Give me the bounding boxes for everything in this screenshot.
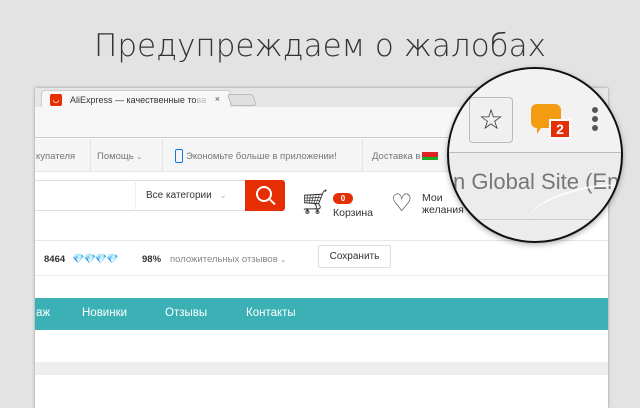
aliexpress-logo-icon: ◡ bbox=[50, 94, 62, 106]
divider bbox=[90, 139, 91, 172]
store-nav-contacts[interactable]: Контакты bbox=[246, 307, 296, 319]
bookmark-star-icon[interactable]: ☆ bbox=[469, 97, 513, 143]
content-band bbox=[35, 362, 608, 375]
save-store-button[interactable]: Сохранить bbox=[318, 245, 391, 268]
extension-badge: 2 bbox=[549, 119, 571, 139]
headline: Предупреждаем о жалобах bbox=[94, 28, 546, 64]
tab-title: AliExpress — качественные то bbox=[70, 95, 197, 105]
search-icon-handle bbox=[269, 198, 276, 206]
divider bbox=[362, 139, 363, 172]
wishlist-zoomed-line2: ания bbox=[447, 206, 461, 215]
chevron-down-icon: ⌄ bbox=[219, 191, 227, 200]
more-menu-icon[interactable] bbox=[592, 107, 600, 134]
divider bbox=[35, 275, 608, 276]
chevron-down-icon: ⌄ bbox=[136, 154, 143, 161]
chevron-down-icon: ⌄ bbox=[280, 257, 287, 264]
wishlist-zoomed: иания bbox=[447, 194, 461, 216]
wishlist-zoomed-line1: и bbox=[449, 194, 461, 205]
delivery-label: Доставка в bbox=[372, 151, 421, 162]
category-select[interactable]: Все категории ⌄ bbox=[135, 180, 245, 211]
tab-title-fade: ва bbox=[196, 95, 207, 105]
help-label: Помощь bbox=[97, 151, 134, 162]
store-score: 8464 bbox=[44, 254, 66, 265]
store-nav-reviews[interactable]: Отзывы bbox=[165, 307, 207, 319]
category-label: Все категории bbox=[146, 190, 212, 201]
tab-aliexpress[interactable]: ◡ AliExpress — качественные това × bbox=[41, 90, 231, 108]
delivery-selector[interactable]: Доставка в bbox=[372, 151, 439, 162]
magnifier: ☆ 2 n Global Site (Eng иания bbox=[447, 67, 623, 243]
phone-icon bbox=[175, 149, 183, 163]
heart-icon[interactable]: ♡ bbox=[391, 189, 413, 218]
search-bar: Все категории ⌄ bbox=[35, 180, 285, 222]
app-promo-link[interactable]: Экономьте больше в приложении! bbox=[186, 151, 337, 162]
cart-link[interactable]: Корзина bbox=[333, 207, 373, 219]
close-icon[interactable]: × bbox=[215, 94, 220, 104]
positive-percent: 98% bbox=[142, 254, 162, 265]
diamond-icons: 💎💎💎💎 bbox=[72, 254, 119, 265]
store-nav-item[interactable]: аж bbox=[36, 307, 50, 319]
help-menu[interactable]: Помощь ⌄ bbox=[97, 151, 142, 162]
store-nav-new[interactable]: Новинки bbox=[82, 307, 127, 319]
buyer-link[interactable]: купателя bbox=[36, 151, 75, 162]
new-tab-button[interactable] bbox=[226, 94, 258, 106]
divider bbox=[162, 139, 163, 172]
store-nav: аж Новинки Отзывы Контакты bbox=[35, 298, 608, 330]
flag-icon bbox=[422, 152, 439, 161]
search-button[interactable] bbox=[245, 180, 285, 211]
feedback-dropdown[interactable]: положительных отзывов ⌄ bbox=[170, 254, 286, 265]
cart-count-badge: 0 bbox=[333, 193, 353, 204]
cart-icon[interactable]: 🛒︎ bbox=[300, 188, 330, 218]
feedback-label: положительных отзывов bbox=[170, 254, 278, 265]
